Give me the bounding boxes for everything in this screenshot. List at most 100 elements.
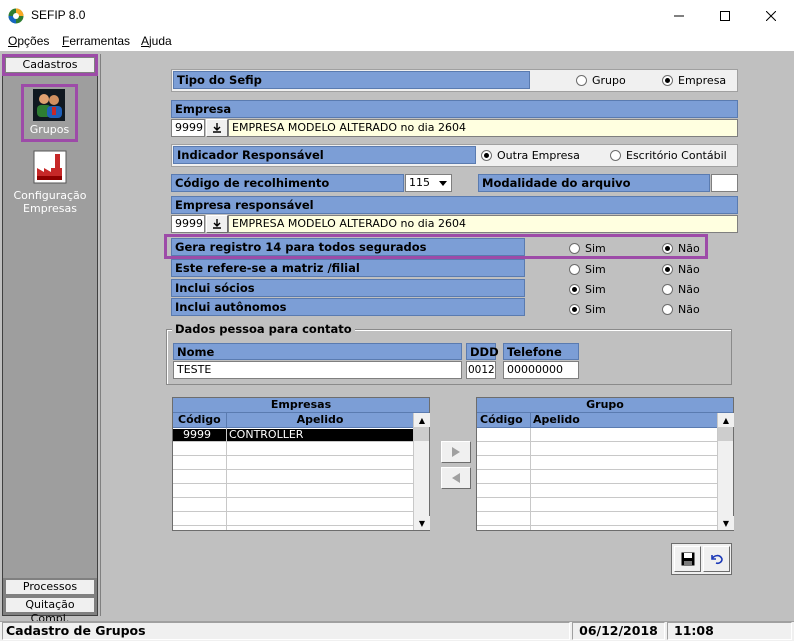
radio-indicator [569, 243, 580, 254]
table-row[interactable] [477, 513, 718, 526]
question-registro-14-label: Gera registro 14 para todos segurados [171, 238, 525, 256]
table-row[interactable] [477, 471, 718, 484]
sidebar-item-configuracao-empresas[interactable]: Configuração Empresas [10, 150, 90, 218]
empresa-code-field[interactable]: 9999 [171, 119, 205, 137]
question-socios-label: Inclui sócios [171, 279, 525, 297]
empresas-col-codigo[interactable]: Código [173, 413, 227, 428]
save-button[interactable] [674, 546, 701, 572]
scroll-thumb[interactable] [414, 427, 429, 441]
undo-button[interactable] [703, 546, 730, 572]
empresa-responsavel-name-field: EMPRESA MODELO ALTERADO no dia 2604 [228, 215, 738, 233]
radio-label: Empresa [678, 74, 727, 87]
table-row[interactable]: 9999 CONTROLLER [173, 429, 414, 442]
radio-label: Não [678, 263, 700, 276]
scroll-up-icon[interactable]: ▲ [414, 413, 430, 427]
close-icon [766, 10, 776, 21]
tipo-sefip-grupo-radio[interactable]: Grupo [576, 74, 626, 87]
table-row[interactable] [173, 457, 414, 470]
row-codigo: 9999 [183, 428, 211, 441]
table-row[interactable] [173, 443, 414, 456]
grupo-col-apelido[interactable]: Apelido [531, 413, 718, 428]
sidebar-item-configuracao-label: Configuração Empresas [13, 189, 87, 215]
contato-nome-label: Nome [173, 343, 462, 360]
matriz-filial-nao-radio[interactable]: Não [662, 263, 700, 276]
grupo-grid-title: Grupo [477, 398, 733, 413]
tipo-sefip-empresa-radio[interactable]: Empresa [662, 74, 726, 87]
empresa-responsavel-lookup-button[interactable] [206, 215, 228, 233]
sefip-app-icon[interactable] [8, 8, 24, 24]
column-divider [530, 428, 531, 530]
radio-label: Sim [585, 263, 606, 276]
autonomos-nao-radio[interactable]: Não [662, 303, 700, 316]
move-right-button[interactable] [441, 441, 471, 463]
status-date: 06/12/2018 [572, 622, 665, 640]
status-time: 11:08 [667, 622, 792, 640]
radio-indicator [569, 264, 580, 275]
minimize-button[interactable] [656, 0, 702, 31]
contato-telefone-field[interactable]: 00000000 [503, 361, 579, 379]
radio-indicator [662, 75, 673, 86]
grupo-grid: Grupo Código Apelido ▲ ▼ [476, 397, 734, 531]
socios-sim-radio[interactable]: Sim [569, 283, 606, 296]
arrow-left-icon [452, 473, 460, 483]
contato-ddd-field[interactable]: 0012 [466, 361, 496, 379]
contato-ddd-label: DDD [466, 343, 499, 360]
radio-indicator [662, 284, 673, 295]
scroll-thumb[interactable] [718, 427, 733, 441]
menu-opcoes[interactable]: Opções [8, 34, 49, 48]
empresas-grid-title: Empresas [173, 398, 429, 413]
contato-legend: Dados pessoa para contato [172, 322, 355, 336]
table-row[interactable] [477, 429, 718, 442]
table-row[interactable] [477, 443, 718, 456]
socios-nao-radio[interactable]: Não [662, 283, 700, 296]
menu-ajuda[interactable]: Ajuda [141, 34, 172, 48]
table-row[interactable] [173, 513, 414, 526]
scroll-down-icon[interactable]: ▼ [718, 516, 734, 530]
maximize-button[interactable] [702, 0, 748, 31]
sidebar-footer-processos[interactable]: Processos [5, 579, 95, 595]
empresa-lookup-button[interactable] [206, 119, 228, 137]
close-button[interactable] [748, 0, 794, 31]
indicador-outra-empresa-radio[interactable]: Outra Empresa [481, 149, 580, 162]
arrow-right-icon [452, 447, 460, 457]
sidebar-items-area [3, 73, 97, 578]
table-row[interactable] [477, 485, 718, 498]
radio-label: Grupo [592, 74, 626, 87]
indicador-escritorio-radio[interactable]: Escritório Contábil [610, 149, 727, 162]
scroll-up-icon[interactable]: ▲ [718, 413, 734, 427]
sidebar-header-cadastros[interactable]: Cadastros [5, 57, 95, 73]
registro-14-sim-radio[interactable]: Sim [569, 242, 606, 255]
sidebar-footer-quitacao[interactable]: Quitação Compl. [5, 597, 95, 625]
radio-indicator [569, 284, 580, 295]
menu-ferramentas[interactable]: Ferramentas [62, 34, 130, 48]
contato-nome-field[interactable]: TESTE [173, 361, 462, 379]
radio-indicator [576, 75, 587, 86]
autonomos-sim-radio[interactable]: Sim [569, 303, 606, 316]
table-row[interactable] [173, 485, 414, 498]
table-row[interactable] [477, 499, 718, 512]
empresa-responsavel-code-field[interactable]: 9999 [171, 215, 205, 233]
matriz-filial-sim-radio[interactable]: Sim [569, 263, 606, 276]
empresas-col-apelido[interactable]: Apelido [227, 413, 414, 428]
sidebar-item-grupos[interactable]: Grupos [24, 87, 75, 139]
radio-indicator [481, 150, 492, 161]
table-row[interactable] [477, 457, 718, 470]
grupo-col-codigo[interactable]: Código [477, 413, 531, 428]
modalidade-field[interactable] [711, 174, 738, 192]
grupo-scrollbar[interactable]: ▲ ▼ [717, 413, 734, 530]
chevron-down-icon [436, 176, 450, 190]
scroll-down-icon[interactable]: ▼ [414, 516, 430, 530]
empresas-scrollbar[interactable]: ▲ ▼ [413, 413, 430, 530]
table-row[interactable] [173, 499, 414, 512]
question-autonomos-label: Inclui autônomos [171, 298, 525, 316]
status-text: Cadastro de Grupos [2, 622, 570, 640]
table-row[interactable] [173, 471, 414, 484]
codigo-recolhimento-select[interactable]: 115 [405, 174, 452, 192]
codigo-recolhimento-label: Código de recolhimento [171, 174, 404, 192]
factory-icon [33, 150, 67, 184]
maximize-icon [720, 10, 730, 21]
empresa-label: Empresa [171, 100, 738, 118]
registro-14-nao-radio[interactable]: Não [662, 242, 700, 255]
move-left-button[interactable] [441, 467, 471, 489]
radio-label: Outra Empresa [497, 149, 580, 162]
